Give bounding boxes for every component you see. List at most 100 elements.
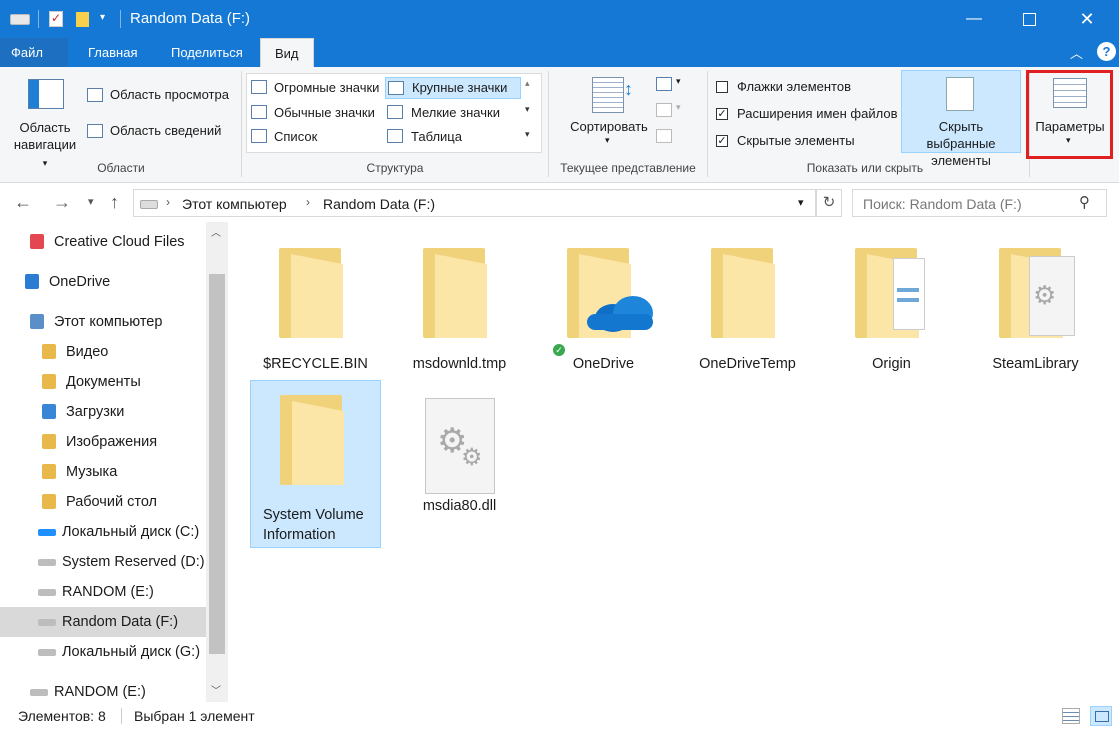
folder-item[interactable]: ✓ OneDrive: [538, 240, 669, 380]
preview-pane-label: Область просмотра: [110, 87, 229, 102]
item-checkboxes-checkbox[interactable]: [716, 81, 728, 93]
quick-access-dropdown-icon[interactable]: ▾: [100, 12, 105, 23]
sidebar-item[interactable]: RANDOM (E:): [0, 577, 206, 607]
close-button[interactable]: ✕: [1064, 0, 1110, 38]
folder-icon: ⚙: [995, 248, 1075, 348]
tab-home[interactable]: Главная: [74, 38, 151, 67]
hidden-items-label: Скрытые элементы: [737, 133, 855, 148]
folder-item[interactable]: ⚙ SteamLibrary: [970, 240, 1101, 380]
search-input[interactable]: Поиск: Random Data (F:) ⚲: [852, 189, 1107, 217]
breadcrumb-this-pc[interactable]: Этот компьютер: [182, 196, 287, 212]
file-name: Origin: [872, 356, 911, 372]
file-list: $RECYCLE.BIN msdownld.tmp ✓ OneDrive OneDriv…: [230, 222, 1119, 702]
sidebar-item[interactable]: Локальный диск (G:): [0, 637, 206, 667]
folder-icon: [707, 248, 787, 348]
layout-gallery: Огромные значки Крупные значки Обычные з…: [246, 73, 542, 153]
list-icon: [251, 129, 267, 143]
sidebar-item[interactable]: System Reserved (D:): [0, 547, 206, 577]
folder-item[interactable]: msdownld.tmp: [394, 240, 525, 380]
collapse-ribbon-icon[interactable]: ︿: [1070, 43, 1083, 62]
layout-extra-large-icons[interactable]: Огромные значки: [249, 77, 383, 99]
drive-icon: [10, 14, 30, 25]
scroll-up-icon[interactable]: ︿: [211, 224, 221, 239]
size-all-columns-button[interactable]: [656, 129, 676, 145]
sidebar-scrollbar[interactable]: ︿ ﹀: [206, 222, 228, 702]
properties-icon[interactable]: ✓: [49, 11, 63, 27]
minimize-button[interactable]: —: [951, 0, 997, 38]
computer-icon: [30, 314, 44, 329]
tab-share[interactable]: Поделиться: [157, 38, 257, 67]
sidebar-item[interactable]: Видео: [0, 337, 206, 367]
folder-item[interactable]: OneDriveTemp: [682, 240, 813, 380]
options-button[interactable]: Параметры ▾: [1031, 75, 1109, 155]
sidebar-item[interactable]: Random Data (F:): [0, 607, 206, 637]
sidebar-item[interactable]: Музыка: [0, 457, 206, 487]
folder-item[interactable]: System Volume Information: [250, 380, 381, 548]
folder-item[interactable]: Origin: [826, 240, 957, 380]
preview-pane-icon: [87, 88, 103, 102]
address-row: ← → ▾ ↑ › Этот компьютер › Random Data (…: [0, 183, 1119, 221]
gallery-expand-icon[interactable]: ▾: [525, 129, 530, 140]
gallery-scroll-up-icon[interactable]: ▴: [525, 78, 530, 89]
title-bar: ✓ ▾ Random Data (F:) — ✕: [0, 0, 1119, 38]
sidebar-item[interactable]: OneDrive: [0, 267, 206, 297]
folder-item[interactable]: $RECYCLE.BIN: [250, 240, 381, 380]
item-count: Элементов: 8: [18, 708, 106, 724]
navigation-pane-button[interactable]: Область навигации ▾: [8, 73, 82, 168]
add-columns-icon: [656, 103, 672, 117]
group-by-button[interactable]: ▾: [656, 76, 686, 93]
medium-icons-icon: [251, 105, 267, 119]
sort-by-button[interactable]: ↕ Сортировать ▾: [564, 73, 654, 155]
layout-details[interactable]: Таблица: [385, 126, 521, 148]
details-view-icon[interactable]: [1062, 708, 1080, 724]
maximize-button[interactable]: [1006, 0, 1052, 38]
navigation-pane-label: Область навигации ▾: [13, 120, 77, 168]
help-icon[interactable]: ?: [1097, 42, 1116, 61]
sidebar-item-label: Загрузки: [66, 404, 125, 420]
file-item[interactable]: ⚙ ⚙ msdia80.dll: [394, 380, 525, 548]
recent-locations-icon[interactable]: ▾: [88, 183, 94, 221]
scroll-down-icon[interactable]: ﹀: [211, 682, 221, 697]
refresh-button[interactable]: ↻: [816, 189, 842, 217]
forward-button[interactable]: →: [53, 183, 71, 221]
hidden-items-checkbox[interactable]: ✓: [716, 135, 728, 147]
layout-list[interactable]: Список: [249, 126, 383, 148]
sidebar-item[interactable]: Рабочий стол: [0, 487, 206, 517]
sidebar-item[interactable]: Локальный диск (C:): [0, 517, 206, 547]
tab-view[interactable]: Вид: [260, 38, 314, 68]
status-bar: Элементов: 8 Выбран 1 элемент: [0, 702, 1119, 732]
hide-selected-icon: [946, 77, 974, 111]
add-columns-button[interactable]: ▾: [656, 102, 686, 119]
layout-large-icons[interactable]: Крупные значки: [385, 77, 521, 99]
breadcrumb-separator-icon: ›: [306, 195, 310, 209]
new-folder-icon[interactable]: [76, 12, 89, 27]
layout-medium-icons[interactable]: Обычные значки: [249, 102, 383, 124]
breadcrumb-current-drive[interactable]: Random Data (F:): [323, 196, 435, 212]
large-icons-icon: [388, 81, 404, 95]
folder-icon: [419, 248, 499, 348]
sort-icon: [592, 77, 624, 113]
file-extensions-checkbox[interactable]: ✓: [716, 108, 728, 120]
sidebar-item[interactable]: Creative Cloud Files: [0, 227, 206, 257]
up-button[interactable]: ↑: [110, 183, 119, 221]
sidebar-item[interactable]: Документы: [0, 367, 206, 397]
hide-selected-button[interactable]: Скрыть выбранные элементы: [901, 70, 1021, 168]
sidebar-item[interactable]: Этот компьютер: [0, 307, 206, 337]
back-button[interactable]: ←: [14, 183, 32, 221]
selection-count: Выбран 1 элемент: [134, 708, 255, 724]
layout-small-icons[interactable]: Мелкие значки: [385, 102, 521, 124]
address-history-icon[interactable]: ▾: [798, 196, 804, 209]
gallery-scroll-down-icon[interactable]: ▾: [525, 104, 530, 115]
creative-cloud-icon: [30, 234, 44, 249]
sidebar-item-label: Creative Cloud Files: [54, 234, 185, 250]
tab-file[interactable]: Файл: [0, 38, 68, 67]
folder-icon: [851, 248, 931, 348]
sidebar-item[interactable]: Загрузки: [0, 397, 206, 427]
scroll-thumb[interactable]: [209, 274, 225, 654]
sidebar-item[interactable]: Изображения: [0, 427, 206, 457]
address-bar[interactable]: › Этот компьютер › Random Data (F:) ▾: [133, 189, 816, 217]
options-label: Параметры: [1035, 119, 1105, 134]
drive-icon: [38, 559, 56, 566]
search-icon: ⚲: [1079, 194, 1090, 211]
large-icons-view-icon[interactable]: [1090, 706, 1112, 726]
